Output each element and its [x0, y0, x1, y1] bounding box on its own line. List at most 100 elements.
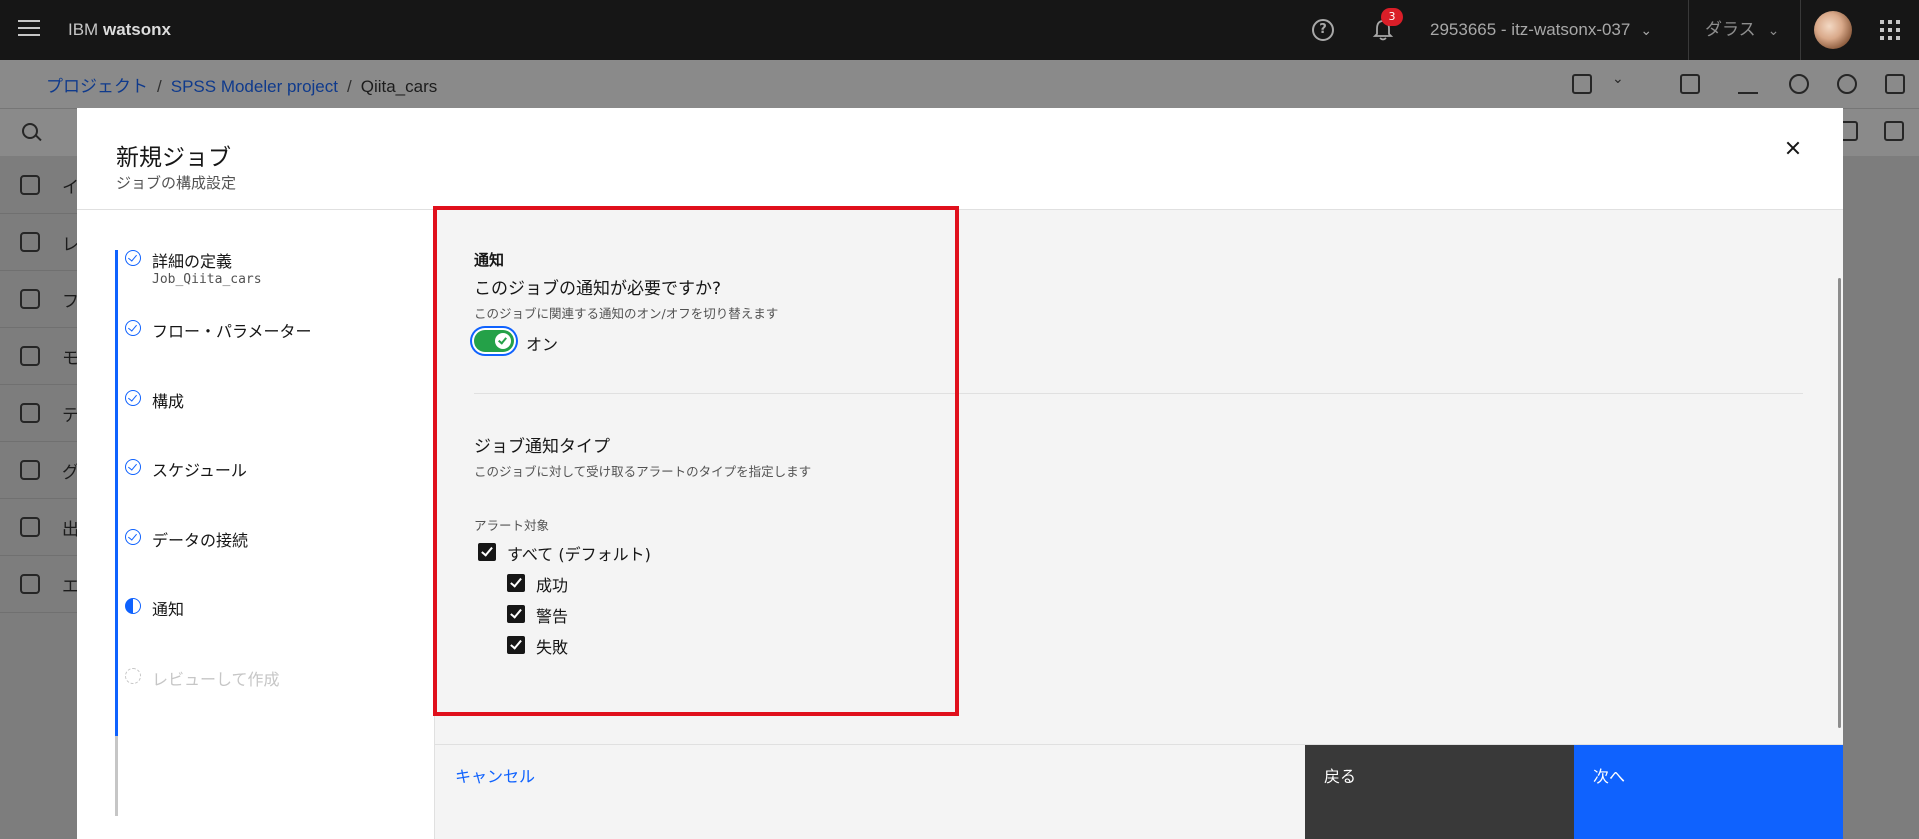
checkbox-warning-label[interactable]: 警告	[536, 603, 568, 627]
checkmark-circle-icon	[125, 250, 141, 266]
new-job-modal: 新規ジョブ ジョブの構成設定 詳細の定義 Job_Qiita_cars フロー・…	[77, 108, 1843, 839]
checkbox-failure[interactable]	[507, 636, 525, 654]
palette-item[interactable]: フ	[0, 271, 79, 328]
record-ops-icon	[20, 232, 40, 252]
import-icon	[20, 175, 40, 195]
checkmark-circle-icon	[125, 529, 141, 545]
breadcrumb-link-projects[interactable]: プロジェクト	[46, 77, 148, 96]
header-divider	[1800, 0, 1801, 60]
model-icon	[20, 346, 40, 366]
next-button-label: 次へ	[1593, 767, 1626, 786]
region-switcher[interactable]: ダラス ⌄	[1705, 0, 1779, 60]
user-avatar[interactable]	[1814, 11, 1852, 49]
search-icon[interactable]	[22, 123, 38, 139]
account-switcher[interactable]: 2953665 - itz-watsonx-037 ⌄	[1430, 0, 1652, 60]
step-sublabel: Job_Qiita_cars	[152, 272, 262, 287]
breadcrumb-link-project[interactable]: SPSS Modeler project	[171, 77, 338, 96]
notification-question-help: このジョブに関連する通知のオン/オフを切り替えます	[474, 306, 779, 321]
checkbox-all-label[interactable]: すべて (デフォルト)	[507, 541, 651, 565]
section-divider	[474, 393, 1803, 394]
modal-title: 新規ジョブ	[116, 145, 231, 171]
back-button-label: 戻る	[1324, 767, 1357, 786]
header-divider	[1688, 0, 1689, 60]
checkbox-all[interactable]	[478, 543, 496, 561]
output-icon	[20, 517, 40, 537]
content-scrollbar[interactable]	[1838, 278, 1841, 728]
checkbox-success-label[interactable]: 成功	[536, 572, 568, 596]
project-toolbar: プロジェクト / SPSS Modeler project / Qiita_cars ⌄	[0, 60, 1919, 108]
toggle-state-label: オン	[526, 335, 559, 354]
hamburger-menu-icon[interactable]	[18, 20, 40, 38]
breadcrumb-separator: /	[346, 77, 352, 96]
breadcrumb-separator: /	[157, 77, 162, 96]
checkmark-circle-icon	[125, 459, 141, 475]
region-name: ダラス	[1705, 20, 1756, 40]
download-icon[interactable]	[1738, 74, 1758, 94]
chevron-down-icon[interactable]: ⌄	[1612, 71, 1624, 87]
palette-item[interactable]: グ	[0, 442, 79, 499]
modal-header: 新規ジョブ ジョブの構成設定	[77, 108, 1843, 210]
step-label: スケジュール	[152, 461, 247, 480]
progress-rail	[115, 250, 118, 736]
modal-footer: キャンセル 戻る 次へ	[435, 744, 1843, 839]
cancel-button[interactable]: キャンセル	[435, 745, 1145, 839]
step-label: データの接続	[152, 531, 249, 550]
step-label: フロー・パラメーター	[152, 322, 312, 341]
incomplete-circle-icon	[125, 668, 141, 684]
top-header: IBM watsonx ? 3 2953665 - itz-watsonx-03…	[0, 0, 1919, 60]
progress-rail-remaining	[115, 736, 118, 816]
back-button[interactable]: 戻る	[1305, 745, 1574, 839]
brand-prefix: IBM	[68, 20, 99, 39]
in-progress-circle-icon	[125, 598, 141, 614]
app-switcher-icon[interactable]	[1880, 20, 1900, 40]
palette-item[interactable]: イ	[0, 157, 79, 214]
toggle-check-icon	[495, 333, 511, 349]
notification-type-heading: ジョブ通知タイプ	[474, 437, 610, 457]
history-icon[interactable]	[1837, 74, 1857, 94]
step-label: 構成	[152, 392, 185, 411]
node-palette: イ レ フ モ テ グ 出 エ	[0, 157, 79, 613]
palette-item[interactable]: モ	[0, 328, 79, 385]
checkmark-circle-icon	[125, 390, 141, 406]
notification-question: このジョブの通知が必要ですか?	[474, 279, 722, 299]
chevron-down-icon: ⌄	[1640, 22, 1653, 38]
flow-settings-icon[interactable]	[1572, 74, 1592, 94]
notification-toggle[interactable]	[474, 330, 514, 352]
step-label: 通知	[152, 600, 185, 619]
nodes-icon[interactable]	[1885, 74, 1905, 94]
brand-logo[interactable]: IBM watsonx	[68, 20, 171, 40]
checkbox-warning[interactable]	[507, 605, 525, 623]
toolbar-menu-icon[interactable]	[1884, 121, 1904, 141]
field-ops-icon	[20, 289, 40, 309]
close-icon[interactable]	[1769, 124, 1817, 172]
progress-indicator: 詳細の定義 Job_Qiita_cars フロー・パラメーター 構成 スケジュー…	[77, 210, 435, 839]
cancel-button-label: キャンセル	[455, 767, 536, 786]
notification-count-badge: 3	[1381, 8, 1403, 26]
section-label: 通知	[474, 251, 505, 269]
step-label: 詳細の定義	[152, 252, 233, 271]
breadcrumb-current: Qiita_cars	[360, 77, 438, 96]
notification-settings: 通知 このジョブの通知が必要ですか? このジョブに関連する通知のオン/オフを切り…	[435, 210, 1843, 744]
modal-subtitle: ジョブの構成設定	[116, 174, 237, 192]
step-label: レビューして作成	[152, 670, 280, 689]
notification-type-help: このジョブに対して受け取るアラートのタイプを指定します	[474, 464, 812, 479]
brand-name: watsonx	[102, 20, 171, 39]
checkmark-circle-icon	[125, 320, 141, 336]
breadcrumb: プロジェクト / SPSS Modeler project / Qiita_cars	[46, 72, 437, 97]
export-icon	[20, 574, 40, 594]
palette-item[interactable]: エ	[0, 556, 79, 613]
chevron-down-icon: ⌄	[1767, 23, 1780, 39]
checkbox-success[interactable]	[507, 574, 525, 592]
palette-item[interactable]: レ	[0, 214, 79, 271]
checkbox-failure-label[interactable]: 失敗	[536, 634, 568, 658]
text-analytics-icon	[20, 403, 40, 423]
graph-icon	[20, 460, 40, 480]
next-button[interactable]: 次へ	[1574, 745, 1843, 839]
account-name: 2953665 - itz-watsonx-037	[1430, 20, 1631, 39]
alert-for-label: アラート対象	[474, 518, 550, 533]
palette-item[interactable]: テ	[0, 385, 79, 442]
run-icon[interactable]	[1680, 74, 1700, 94]
palette-item[interactable]: 出	[0, 499, 79, 556]
help-icon[interactable]: ?	[1312, 19, 1334, 41]
info-icon[interactable]	[1789, 74, 1809, 94]
